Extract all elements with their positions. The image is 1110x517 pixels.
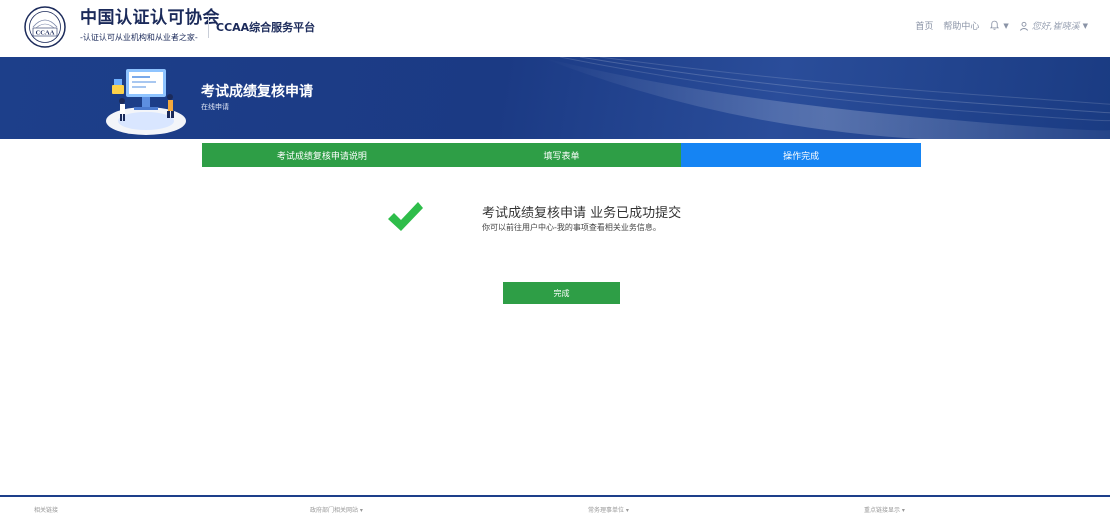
- notifications-button[interactable]: ▼: [989, 20, 1009, 31]
- banner-wave-decoration: [540, 57, 1110, 139]
- footer-link-featured[interactable]: 重点链接显示 ▾: [864, 505, 905, 514]
- platform-name[interactable]: CCAA综合服务平台: [216, 19, 315, 35]
- success-title: 考试成绩复核申请 业务已成功提交: [482, 206, 682, 221]
- chevron-down-icon: ▼: [1082, 21, 1088, 30]
- nav-help-center[interactable]: 帮助中心: [943, 19, 979, 32]
- user-icon: [1019, 21, 1028, 31]
- brand-title: 中国认证认可协会: [80, 8, 220, 28]
- footer-link-label: 政府部门相关网站: [310, 507, 359, 514]
- footer-link-government[interactable]: 政府部门相关网站 ▾: [310, 505, 363, 514]
- checkmark-icon: [388, 202, 423, 231]
- footer-link-label: 重点链接显示: [864, 507, 901, 514]
- bell-icon: [990, 20, 1000, 30]
- step-fill-form: 填写表单: [441, 143, 682, 167]
- page-banner: 考试成绩复核申请 在线申请: [0, 57, 1110, 139]
- step-instructions: 考试成绩复核申请说明: [202, 143, 442, 167]
- footer-divider: [0, 495, 1110, 497]
- footer-link-council[interactable]: 常务理事单位 ▾: [588, 505, 629, 514]
- user-greeting: 您好,崔晓溪: [1031, 22, 1080, 32]
- chevron-down-icon: ▼: [1003, 21, 1009, 30]
- footer-link-label: 常务理事单位: [588, 507, 625, 514]
- nav-home[interactable]: 首页: [915, 19, 933, 32]
- page-title: 考试成绩复核申请: [201, 84, 313, 100]
- finish-button[interactable]: 完成: [503, 282, 620, 304]
- top-nav: 首页 帮助中心 ▼ 您好,崔晓溪 ▼: [915, 19, 1088, 32]
- ccaa-seal-icon[interactable]: CCAA: [24, 6, 66, 48]
- brand-tagline: -认证认可从业机构和从业者之家-: [80, 33, 198, 42]
- header: CCAA 中国认证认可协会 -认证认可从业机构和从业者之家- CCAA综合服务平…: [0, 0, 1110, 57]
- brand-divider: [208, 16, 209, 38]
- computer-illustration-icon: [106, 69, 186, 135]
- footer-link-related[interactable]: 相关链接: [34, 505, 58, 514]
- success-description: 你可以前往用户中心-我的事项查看相关业务信息。: [482, 223, 661, 232]
- svg-text:CCAA: CCAA: [36, 30, 55, 37]
- user-menu[interactable]: 您好,崔晓溪 ▼: [1019, 19, 1088, 32]
- brand: 中国认证认可协会 -认证认可从业机构和从业者之家-: [80, 8, 220, 43]
- page-subtitle: 在线申请: [201, 103, 229, 111]
- footer-links: 相关链接 政府部门相关网站 ▾ 常务理事单位 ▾ 重点链接显示 ▾: [0, 505, 1110, 517]
- step-progress: 考试成绩复核申请说明 填写表单 操作完成: [202, 143, 922, 167]
- step-complete: 操作完成: [681, 143, 922, 167]
